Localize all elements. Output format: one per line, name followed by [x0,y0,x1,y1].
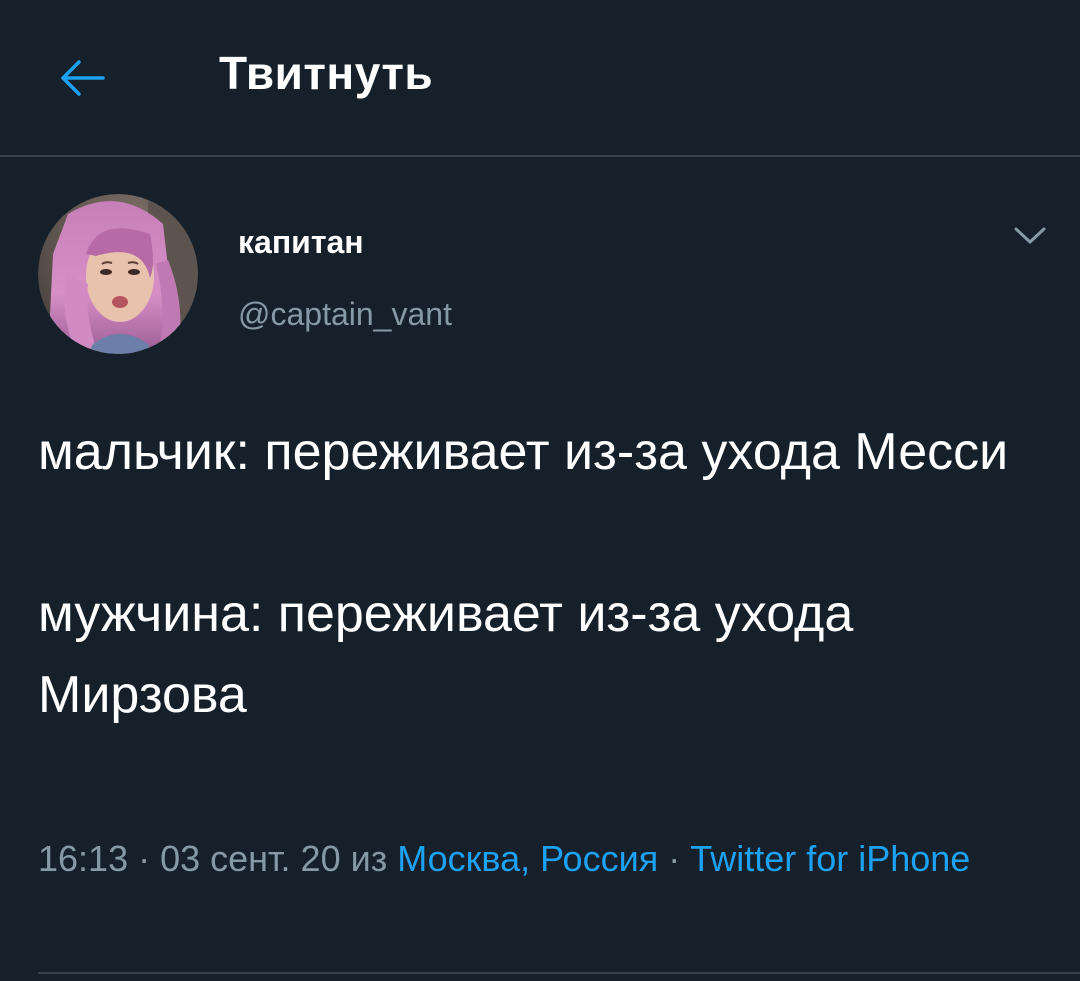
tweet-options-button[interactable] [1008,218,1052,254]
top-bar: Твитнуть [0,0,1080,157]
author-handle[interactable]: @captain_vant [238,296,452,333]
from-label: из [340,838,398,879]
back-button[interactable] [52,48,112,108]
tweet-paragraph: мужчина: переживает из-за ухода Мирзова [38,585,854,724]
tweet-body: мальчик: переживает из-за ухода Месси му… [38,412,1038,736]
tweet-date: 03 сент. 20 [160,838,341,879]
avatar[interactable] [38,194,198,354]
user-avatar [38,194,198,354]
chevron-down-icon [1014,227,1046,244]
location-link[interactable]: Москва, Россия [397,838,658,879]
arrow-left-icon [61,60,105,96]
author-display-name[interactable]: капитан [238,224,364,261]
divider [38,972,1080,974]
tweet-metadata: 16:13 · 03 сент. 20 из Москва, Россия · … [38,832,1038,886]
source-app-link[interactable]: Twitter for iPhone [690,838,970,879]
meta-separator: · [128,838,161,879]
tweet-paragraph: мальчик: переживает из-за ухода Месси [38,423,1009,481]
meta-separator: · [658,838,691,879]
tweet-time: 16:13 [38,838,129,879]
page-title: Твитнуть [219,47,434,99]
